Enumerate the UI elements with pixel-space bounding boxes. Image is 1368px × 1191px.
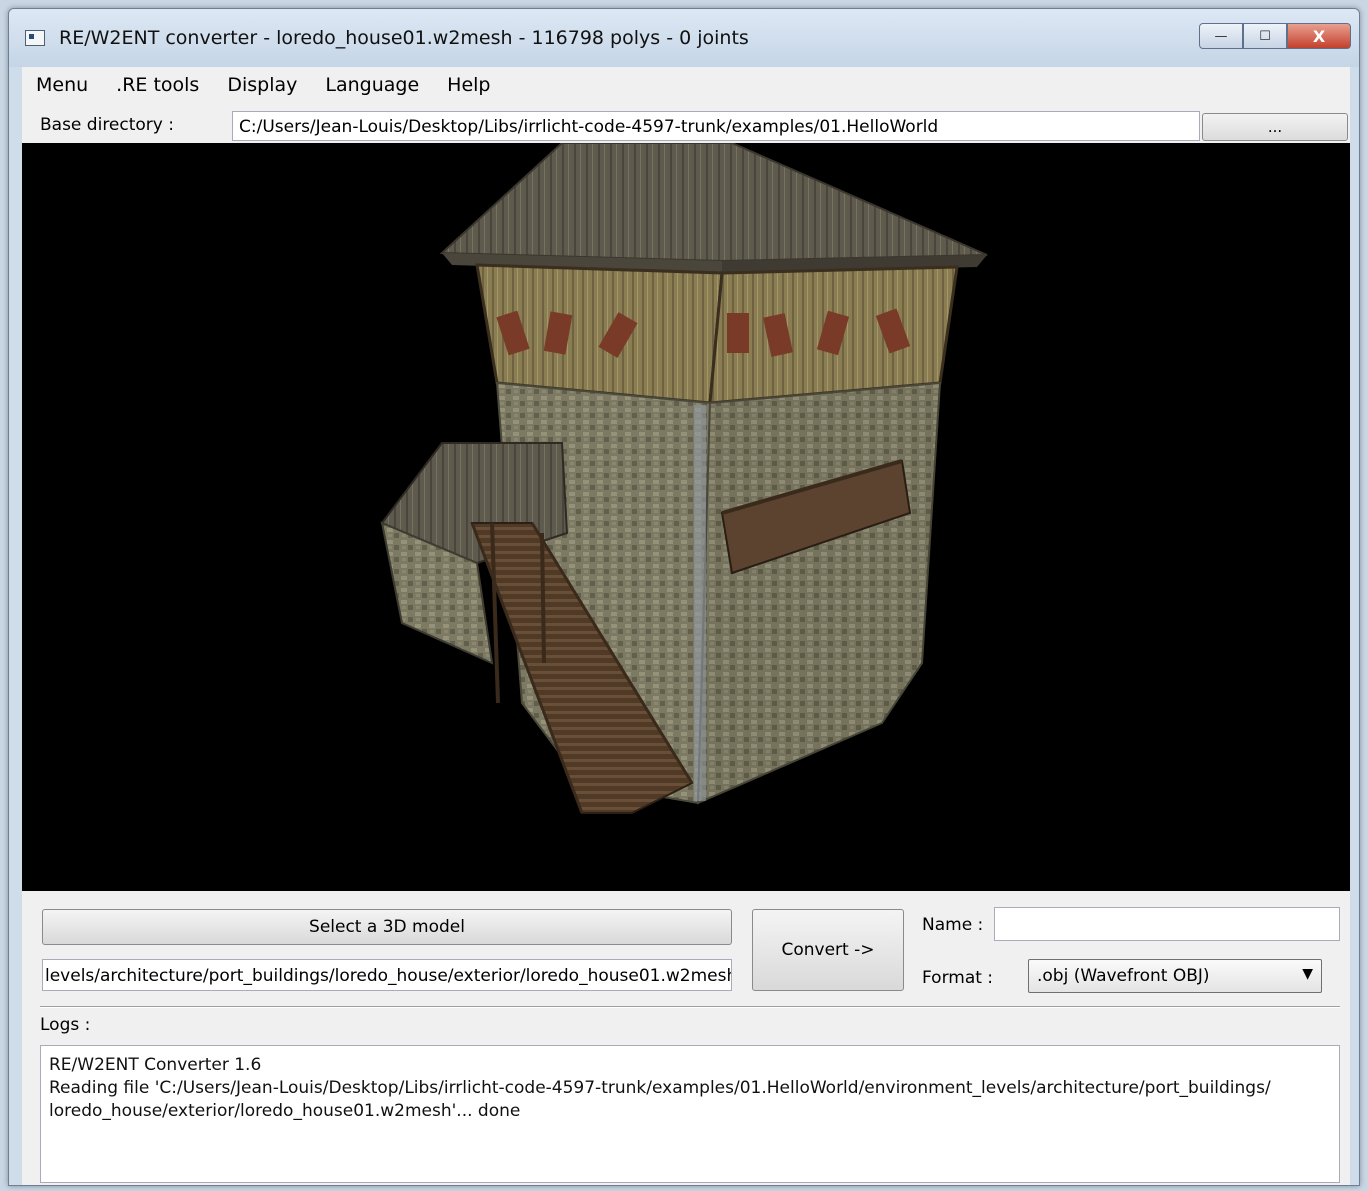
menu-item-help[interactable]: Help (447, 74, 490, 96)
menu-item-language[interactable]: Language (325, 74, 419, 96)
close-button[interactable]: X (1287, 23, 1351, 49)
log-line: RE/W2ENT Converter 1.6 (49, 1055, 262, 1075)
convert-button[interactable]: Convert -> (752, 909, 904, 991)
browse-button[interactable]: ... (1202, 113, 1348, 141)
app-icon[interactable] (25, 30, 45, 46)
name-label: Name : (922, 915, 984, 935)
model-path-input[interactable]: levels/architecture/port_buildings/lored… (42, 959, 732, 991)
menu-item-display[interactable]: Display (227, 74, 297, 96)
roof (439, 143, 988, 263)
3d-viewport[interactable] (22, 143, 1350, 891)
tower-wall-right (696, 381, 942, 805)
app-window: RE/W2ENT converter - loredo_house01.w2me… (8, 8, 1360, 1186)
window-controls: — ☐ X (1199, 23, 1351, 49)
name-input[interactable] (994, 907, 1340, 941)
select-model-button[interactable]: Select a 3D model (42, 909, 732, 945)
window-title: RE/W2ENT converter - loredo_house01.w2me… (59, 27, 749, 49)
format-selected-value: .obj (Wavefront OBJ) (1037, 966, 1210, 986)
log-line: Reading file 'C:/Users/Jean-Louis/Deskto… (49, 1078, 1271, 1098)
menu-item-re-tools[interactable]: .RE tools (116, 74, 199, 96)
base-directory-input[interactable]: C:/Users/Jean-Louis/Desktop/Libs/irrlich… (232, 111, 1200, 141)
menu-bar: Menu .RE tools Display Language Help (22, 67, 1350, 103)
logs-label: Logs : (40, 1015, 91, 1035)
client-area: Menu .RE tools Display Language Help Bas… (22, 67, 1350, 1185)
divider (40, 1006, 1340, 1008)
format-select[interactable]: .obj (Wavefront OBJ) ▼ (1028, 959, 1322, 993)
base-directory-label: Base directory : (40, 115, 174, 135)
3d-model-render (380, 143, 988, 814)
log-line: loredo_house/exterior/loredo_house01.w2m… (49, 1101, 521, 1121)
minimize-button[interactable]: — (1199, 23, 1243, 49)
logs-textarea[interactable]: RE/W2ENT Converter 1.6 Reading file 'C:/… (40, 1045, 1340, 1183)
maximize-button[interactable]: ☐ (1243, 23, 1287, 49)
title-bar[interactable]: RE/W2ENT converter - loredo_house01.w2me… (9, 9, 1359, 67)
chevron-down-icon: ▼ (1302, 966, 1313, 982)
format-label: Format : (922, 968, 994, 988)
menu-item-menu[interactable]: Menu (36, 74, 88, 96)
